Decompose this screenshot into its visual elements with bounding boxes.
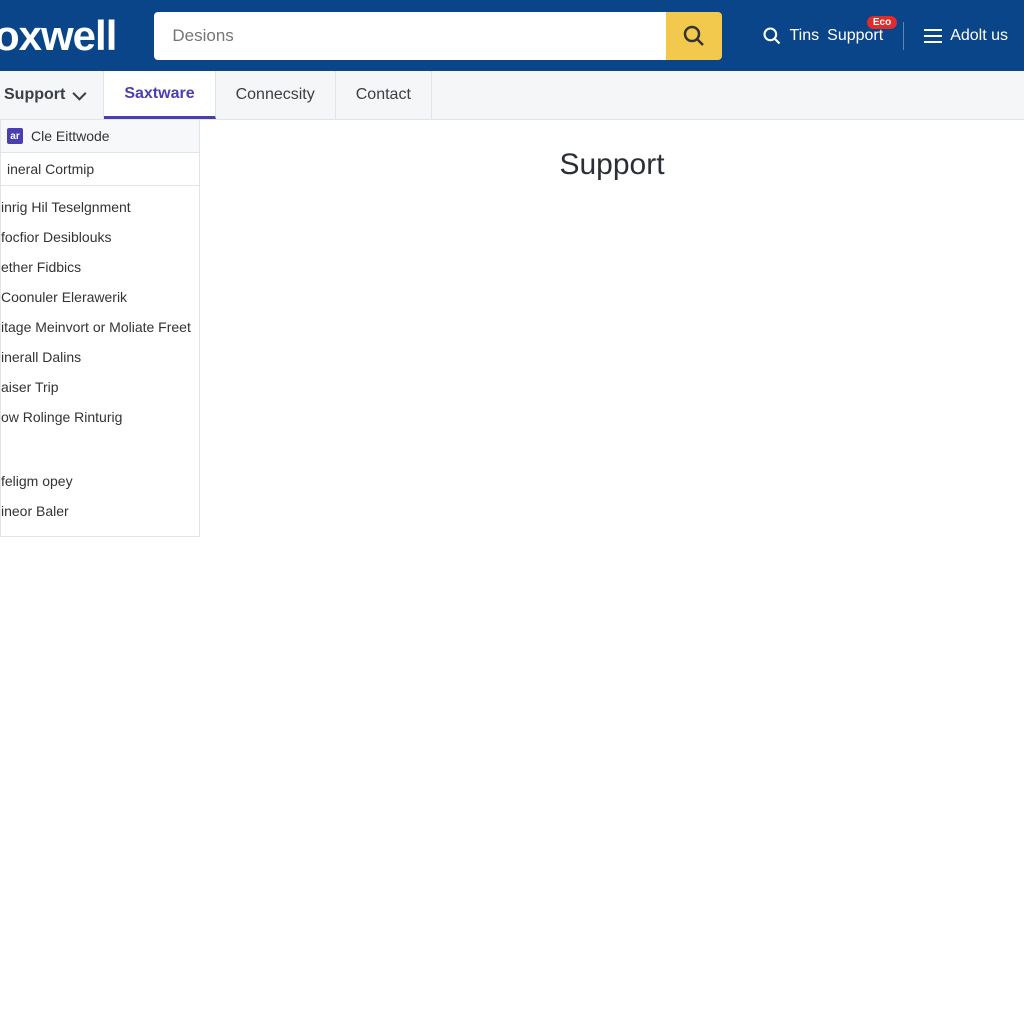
sidebar-item[interactable]: ether Fidbics (1, 252, 199, 282)
sidebar-header[interactable]: ar Cle Eittwode (1, 120, 199, 153)
eco-badge: Eco (867, 16, 897, 29)
spacer (1, 442, 199, 460)
sidebar-item[interactable]: ineor Baler (1, 496, 199, 526)
sidebar-item[interactable]: aiser Trip (1, 372, 199, 402)
chevron-down-icon (73, 87, 87, 101)
sidebar-badge-icon: ar (7, 128, 23, 144)
about-label: Adolt us (950, 27, 1008, 45)
nav-support[interactable]: Support (0, 71, 104, 119)
search-icon (682, 24, 706, 48)
sidebar-header-label: Cle Eittwode (31, 128, 110, 144)
nav-label: Support (4, 86, 65, 104)
search-input[interactable] (154, 12, 665, 60)
nav-software[interactable]: Saxtware (104, 71, 215, 119)
divider (903, 22, 904, 50)
search-button[interactable] (666, 12, 722, 60)
content-area: ar Cle Eittwode ineral Cortmip inrig Hil… (0, 120, 1024, 537)
sidebar: ar Cle Eittwode ineral Cortmip inrig Hil… (0, 120, 200, 537)
sidebar-item[interactable]: itage Meinvort or Moliate Freet (1, 312, 199, 342)
sidebar-item[interactable]: Coonuler Elerawerik (1, 282, 199, 312)
sidebar-list-b: feligm opey ineor Baler (1, 460, 199, 536)
tins-support-link[interactable]: Tins Support Eco (752, 26, 894, 46)
search-icon (762, 26, 782, 46)
nav-label: Saxtware (124, 85, 194, 103)
sidebar-group[interactable]: ineral Cortmip (1, 153, 199, 186)
main-panel: Support (200, 120, 1024, 537)
sidebar-item[interactable]: inerall Dalins (1, 342, 199, 372)
sidebar-item[interactable]: focfior Desiblouks (1, 222, 199, 252)
sidebar-item[interactable]: inrig Hil Teselgnment (1, 192, 199, 222)
site-header: oxwell Tins Support Eco Adolt us (0, 0, 1024, 71)
sidebar-list-a: inrig Hil Teselgnment focfior Desiblouks… (1, 186, 199, 442)
nav-connectivity[interactable]: Connecsity (216, 71, 336, 119)
header-right: Tins Support Eco Adolt us (740, 22, 1024, 50)
support-label: Support (827, 27, 883, 45)
sidebar-item[interactable]: feligm opey (1, 466, 199, 496)
brand-logo: oxwell (0, 12, 116, 60)
nav-bar: Support Saxtware Connecsity Contact (0, 71, 1024, 120)
search-bar (154, 12, 721, 60)
sidebar-item[interactable]: ow Rolinge Rinturig (1, 402, 199, 432)
nav-contact[interactable]: Contact (336, 71, 432, 119)
page-title: Support (559, 148, 664, 537)
hamburger-icon (924, 29, 942, 43)
tins-label: Tins (790, 27, 820, 45)
nav-label: Contact (356, 86, 411, 104)
about-link[interactable]: Adolt us (914, 27, 1018, 45)
nav-label: Connecsity (236, 86, 315, 104)
